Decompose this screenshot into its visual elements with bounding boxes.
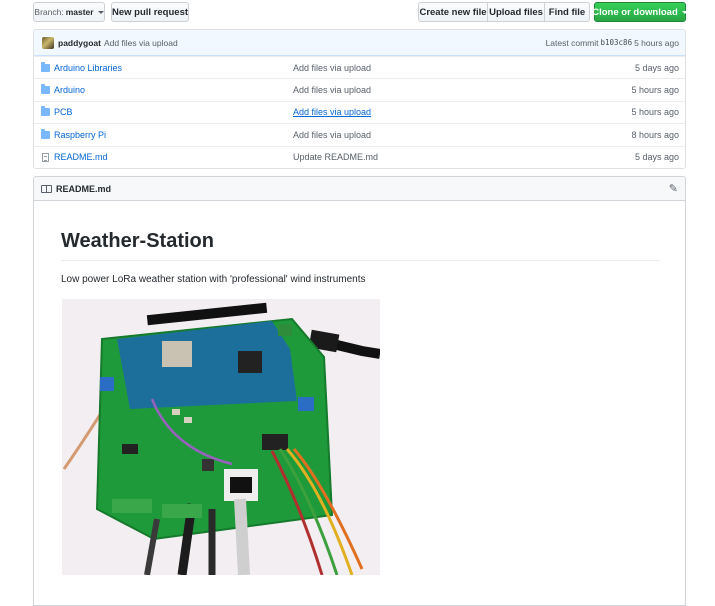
latest-commit-bar: paddygoat Add files via upload Latest co… xyxy=(34,30,685,56)
file-commit-message[interactable]: Add files via upload xyxy=(293,130,371,140)
commit-age: 5 hours ago xyxy=(634,37,679,48)
file-age: 5 days ago xyxy=(634,152,679,163)
create-new-file-label: Create new file xyxy=(419,6,487,18)
file-commit-message[interactable]: Add files via upload xyxy=(293,63,371,73)
new-pull-request-label: New pull request xyxy=(112,6,189,18)
create-new-file-button[interactable]: Create new file xyxy=(418,2,488,22)
branch-name: master xyxy=(65,7,94,17)
file-age: 8 hours ago xyxy=(631,129,679,140)
file-row-arduino-libraries: Arduino Libraries Add files via upload 5… xyxy=(34,56,685,78)
weather-station-pcb-photo[interactable] xyxy=(62,299,380,575)
readme-header: README.md ✎ xyxy=(34,177,685,201)
file-commit-message[interactable]: Add files via upload xyxy=(293,107,371,117)
readme-description: Low power LoRa weather station with 'pro… xyxy=(61,274,366,285)
upload-files-label: Upload files xyxy=(489,6,543,18)
file-icon xyxy=(42,152,49,162)
clone-or-download-label: Clone or download xyxy=(592,6,678,18)
file-name-link[interactable]: README.md xyxy=(54,152,294,162)
latest-commit-label: Latest commit xyxy=(545,37,599,48)
find-file-button[interactable]: Find file xyxy=(544,2,590,22)
branch-prefix: Branch: xyxy=(34,7,64,17)
file-list: paddygoat Add files via upload Latest co… xyxy=(33,29,686,169)
file-name-link[interactable]: Raspberry Pi xyxy=(54,130,294,140)
title-divider xyxy=(61,260,660,261)
file-row-arduino: Arduino Add files via upload 5 hours ago xyxy=(34,78,685,100)
avatar[interactable] xyxy=(42,36,54,49)
readme-filename: README.md xyxy=(56,183,112,194)
new-pull-request-button[interactable]: New pull request xyxy=(111,2,189,22)
file-age: 5 hours ago xyxy=(631,107,679,118)
commit-sha[interactable]: b103c86 xyxy=(600,38,632,47)
file-age: 5 days ago xyxy=(634,62,679,73)
file-commit-message[interactable]: Add files via upload xyxy=(293,85,371,95)
file-age: 5 hours ago xyxy=(631,85,679,96)
clone-or-download-button[interactable]: Clone or download xyxy=(592,2,688,22)
readme-title: Weather-Station xyxy=(61,230,214,252)
folder-icon xyxy=(41,84,50,95)
file-row-readme: README.md Update README.md 5 days ago xyxy=(34,145,685,168)
file-row-pcb: PCB Add files via upload 5 hours ago xyxy=(34,100,685,123)
file-row-raspberry-pi: Raspberry Pi Add files via upload 8 hour… xyxy=(34,123,685,145)
upload-files-button[interactable]: Upload files xyxy=(487,2,545,22)
pencil-icon[interactable]: ✎ xyxy=(669,182,678,195)
file-name-link[interactable]: Arduino xyxy=(54,85,294,95)
commit-author[interactable]: paddygoat xyxy=(58,38,101,48)
file-commit-message[interactable]: Update README.md xyxy=(293,152,378,162)
file-name-link[interactable]: Arduino Libraries xyxy=(54,63,294,73)
readme-panel: README.md ✎ Weather-Station Low power Lo… xyxy=(33,176,686,606)
chevron-down-icon xyxy=(681,10,688,14)
file-name-link[interactable]: PCB xyxy=(54,107,294,117)
folder-icon xyxy=(41,106,50,117)
chevron-down-icon xyxy=(97,10,104,14)
pcb-photo-illustration xyxy=(62,299,380,575)
commit-message[interactable]: Add files via upload xyxy=(104,38,178,48)
branch-select[interactable]: Branch: master xyxy=(33,2,105,22)
book-icon xyxy=(41,184,52,193)
find-file-label: Find file xyxy=(548,6,586,18)
folder-icon xyxy=(41,128,50,139)
folder-icon xyxy=(41,61,50,72)
